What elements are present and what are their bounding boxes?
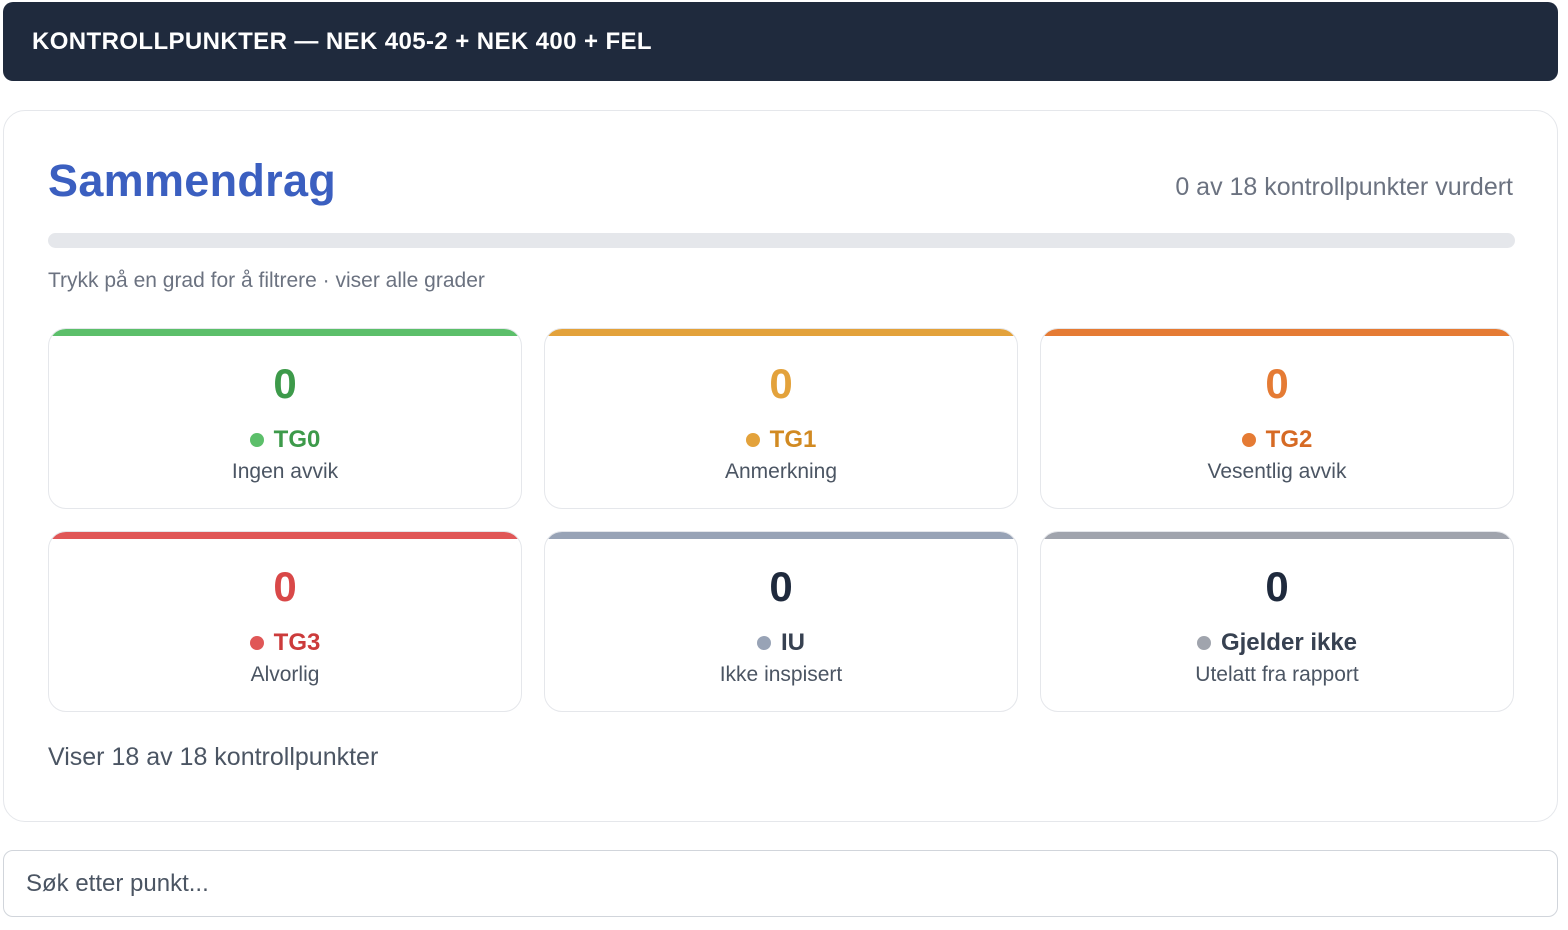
grade-color-bar bbox=[49, 532, 521, 539]
grade-filter-tg0[interactable]: 0 TG0 Ingen avvik bbox=[48, 328, 522, 509]
status-dot-icon bbox=[1196, 636, 1211, 650]
grade-color-bar bbox=[1041, 532, 1513, 539]
status-dot-icon bbox=[249, 433, 264, 447]
grade-filter-not-applicable[interactable]: 0 Gjelder ikke Utelatt fra rapport bbox=[1040, 531, 1514, 712]
status-dot-icon bbox=[745, 433, 760, 447]
grade-code: TG1 bbox=[769, 426, 817, 453]
evaluated-count: 0 av 18 kontrollpunkter vurdert bbox=[1175, 173, 1513, 201]
search-input[interactable] bbox=[3, 850, 1558, 917]
grade-count: 0 bbox=[273, 360, 297, 407]
grade-description: Ikke inspisert bbox=[719, 663, 843, 686]
status-dot-icon bbox=[1241, 433, 1256, 447]
grade-code: TG3 bbox=[273, 629, 321, 656]
grade-filter-grid: 0 TG0 Ingen avvik 0 TG1 Anmerkning 0 TG2 bbox=[48, 328, 1515, 712]
grade-count: 0 bbox=[273, 563, 297, 610]
grade-count: 0 bbox=[769, 563, 793, 610]
grade-count: 0 bbox=[769, 360, 793, 407]
grade-color-bar bbox=[545, 532, 1017, 539]
grade-filter-tg1[interactable]: 0 TG1 Anmerkning bbox=[544, 328, 1018, 509]
grade-code: TG2 bbox=[1265, 426, 1313, 453]
grade-color-bar bbox=[49, 329, 521, 336]
grade-code: TG0 bbox=[273, 426, 321, 453]
section-title: KONTROLLPUNKTER — NEK 405-2 + NEK 400 + … bbox=[32, 27, 652, 55]
grade-description: Anmerkning bbox=[724, 460, 838, 483]
grade-label: IU bbox=[545, 629, 1017, 657]
summary-title: Sammendrag bbox=[48, 155, 337, 206]
grade-color-bar bbox=[1041, 329, 1513, 336]
grade-label: TG2 bbox=[1041, 426, 1513, 454]
showing-count: Viser 18 av 18 kontrollpunkter bbox=[48, 743, 379, 771]
grade-label: TG1 bbox=[545, 426, 1017, 454]
grade-code: IU bbox=[781, 629, 805, 656]
grade-description: Ingen avvik bbox=[231, 460, 339, 483]
grade-description: Vesentlig avvik bbox=[1207, 460, 1347, 483]
grade-label: TG0 bbox=[49, 426, 521, 454]
grade-filter-iu[interactable]: 0 IU Ikke inspisert bbox=[544, 531, 1018, 712]
grade-filter-tg2[interactable]: 0 TG2 Vesentlig avvik bbox=[1040, 328, 1514, 509]
grade-count: 0 bbox=[1265, 563, 1289, 610]
grade-label: TG3 bbox=[49, 629, 521, 657]
top-bar: KONTROLLPUNKTER — NEK 405-2 + NEK 400 + … bbox=[3, 2, 1558, 81]
status-dot-icon bbox=[249, 636, 264, 650]
grade-label: Gjelder ikke bbox=[1041, 629, 1513, 657]
grade-description: Alvorlig bbox=[250, 663, 320, 686]
progress-bar bbox=[48, 233, 1515, 248]
grade-color-bar bbox=[545, 329, 1017, 336]
grade-count: 0 bbox=[1265, 360, 1289, 407]
grade-code: Gjelder ikke bbox=[1220, 629, 1358, 656]
filter-hint: Trykk på en grad for å filtrere · viser … bbox=[48, 269, 485, 292]
grade-description: Utelatt fra rapport bbox=[1195, 663, 1359, 686]
status-dot-icon bbox=[757, 636, 771, 650]
grade-filter-tg3[interactable]: 0 TG3 Alvorlig bbox=[48, 531, 522, 712]
summary-card: Sammendrag 0 av 18 kontrollpunkter vurde… bbox=[3, 110, 1558, 822]
